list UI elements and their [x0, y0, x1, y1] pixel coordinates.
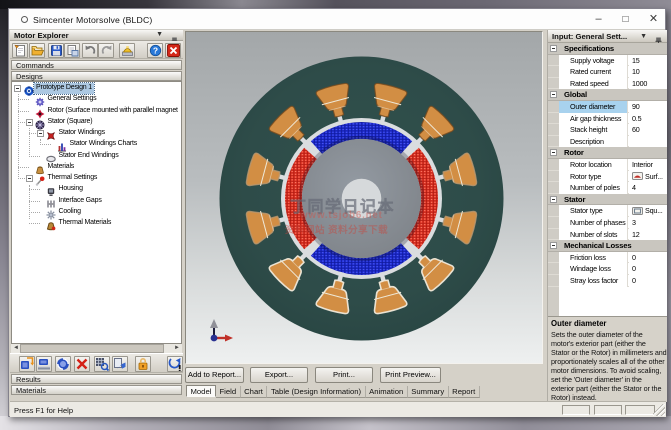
svg-text:?: ?: [152, 45, 157, 55]
